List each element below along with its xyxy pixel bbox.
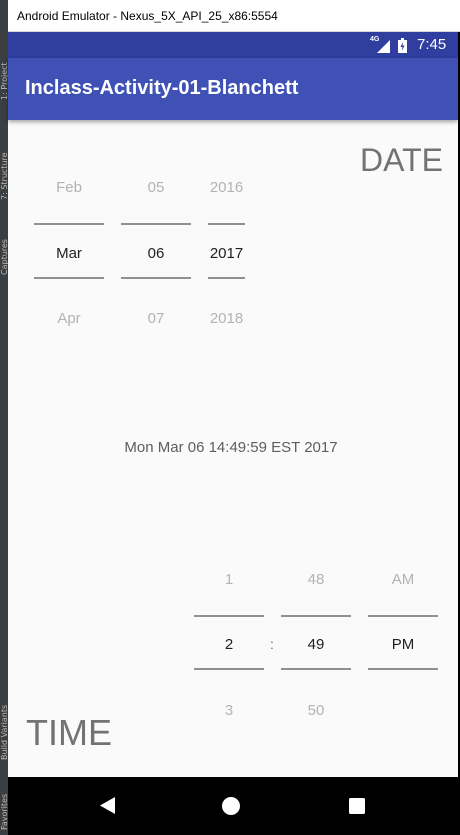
device-screen: 4G 7:45 Inclass-Activity-01-Blanchett DA… <box>8 32 458 835</box>
year-picker[interactable]: 2016 2017 2018 <box>208 172 245 332</box>
day-next[interactable]: 07 <box>121 310 191 327</box>
app-bar: Inclass-Activity-01-Blanchett <box>8 58 458 120</box>
ide-tab-project[interactable]: 1: Project <box>0 40 8 100</box>
hour-prev[interactable]: 1 <box>194 571 264 588</box>
signal-icon <box>377 40 390 53</box>
time-label: TIME <box>26 712 112 753</box>
hour-selected[interactable]: 2 <box>194 636 264 653</box>
home-circle-icon[interactable] <box>222 797 240 815</box>
ampm-prev[interactable]: AM <box>368 571 438 588</box>
window-titlebar[interactable]: Android Emulator - Nexus_5X_API_25_x86:5… <box>8 0 460 32</box>
ide-side-strip: 1: Project 7: Structure Captures Build V… <box>0 0 8 835</box>
app-title: Inclass-Activity-01-Blanchett <box>25 77 299 99</box>
hour-next[interactable]: 3 <box>194 702 264 719</box>
minute-divider-bottom <box>281 668 351 670</box>
minute-next[interactable]: 50 <box>281 702 351 719</box>
month-next[interactable]: Apr <box>34 310 104 327</box>
status-bar: 4G 7:45 <box>8 32 458 58</box>
day-prev[interactable]: 05 <box>121 179 191 196</box>
hour-divider-top <box>194 615 264 617</box>
hour-picker[interactable]: 1 2 3 <box>194 564 264 724</box>
window-title: Android Emulator - Nexus_5X_API_25_x86:5… <box>17 9 278 23</box>
minute-picker[interactable]: 48 49 50 <box>281 564 351 724</box>
emulator-window: Android Emulator - Nexus_5X_API_25_x86:5… <box>8 0 460 835</box>
ampm-picker[interactable]: AM PM <box>368 564 438 724</box>
ide-tab-build-variants[interactable]: Build Variants <box>0 690 8 760</box>
minute-divider-top <box>281 615 351 617</box>
year-selected[interactable]: 2017 <box>208 245 245 262</box>
minute-prev[interactable]: 48 <box>281 571 351 588</box>
year-prev[interactable]: 2016 <box>208 179 245 196</box>
month-prev[interactable]: Feb <box>34 179 104 196</box>
battery-icon <box>398 38 407 53</box>
ide-tab-favorites[interactable]: Favorites <box>0 775 8 830</box>
day-selected[interactable]: 06 <box>121 245 191 262</box>
navigation-bar <box>8 777 458 835</box>
date-label: DATE <box>360 142 443 178</box>
recents-square-icon[interactable] <box>349 798 365 814</box>
datetime-text: Mon Mar 06 14:49:59 EST 2017 <box>124 439 338 456</box>
day-divider-top <box>121 223 191 225</box>
ide-tab-captures[interactable]: Captures <box>0 215 8 275</box>
day-picker[interactable]: 05 06 07 <box>121 172 191 332</box>
time-separator: : <box>270 636 274 652</box>
hour-divider-bottom <box>194 668 264 670</box>
status-time: 7:45 <box>417 36 447 53</box>
year-next[interactable]: 2018 <box>208 310 245 327</box>
ampm-selected[interactable]: PM <box>368 636 438 653</box>
month-picker[interactable]: Feb Mar Apr <box>34 172 104 332</box>
ampm-divider-bottom <box>368 668 438 670</box>
month-divider-bottom <box>34 277 104 279</box>
minute-selected[interactable]: 49 <box>281 636 351 653</box>
back-triangle-icon[interactable] <box>100 797 115 814</box>
day-divider-bottom <box>121 277 191 279</box>
ampm-divider-top <box>368 615 438 617</box>
year-divider-bottom <box>208 277 245 279</box>
month-selected[interactable]: Mar <box>34 245 104 262</box>
month-divider-top <box>34 223 104 225</box>
ide-tab-structure[interactable]: 7: Structure <box>0 125 8 200</box>
year-divider-top <box>208 223 245 225</box>
